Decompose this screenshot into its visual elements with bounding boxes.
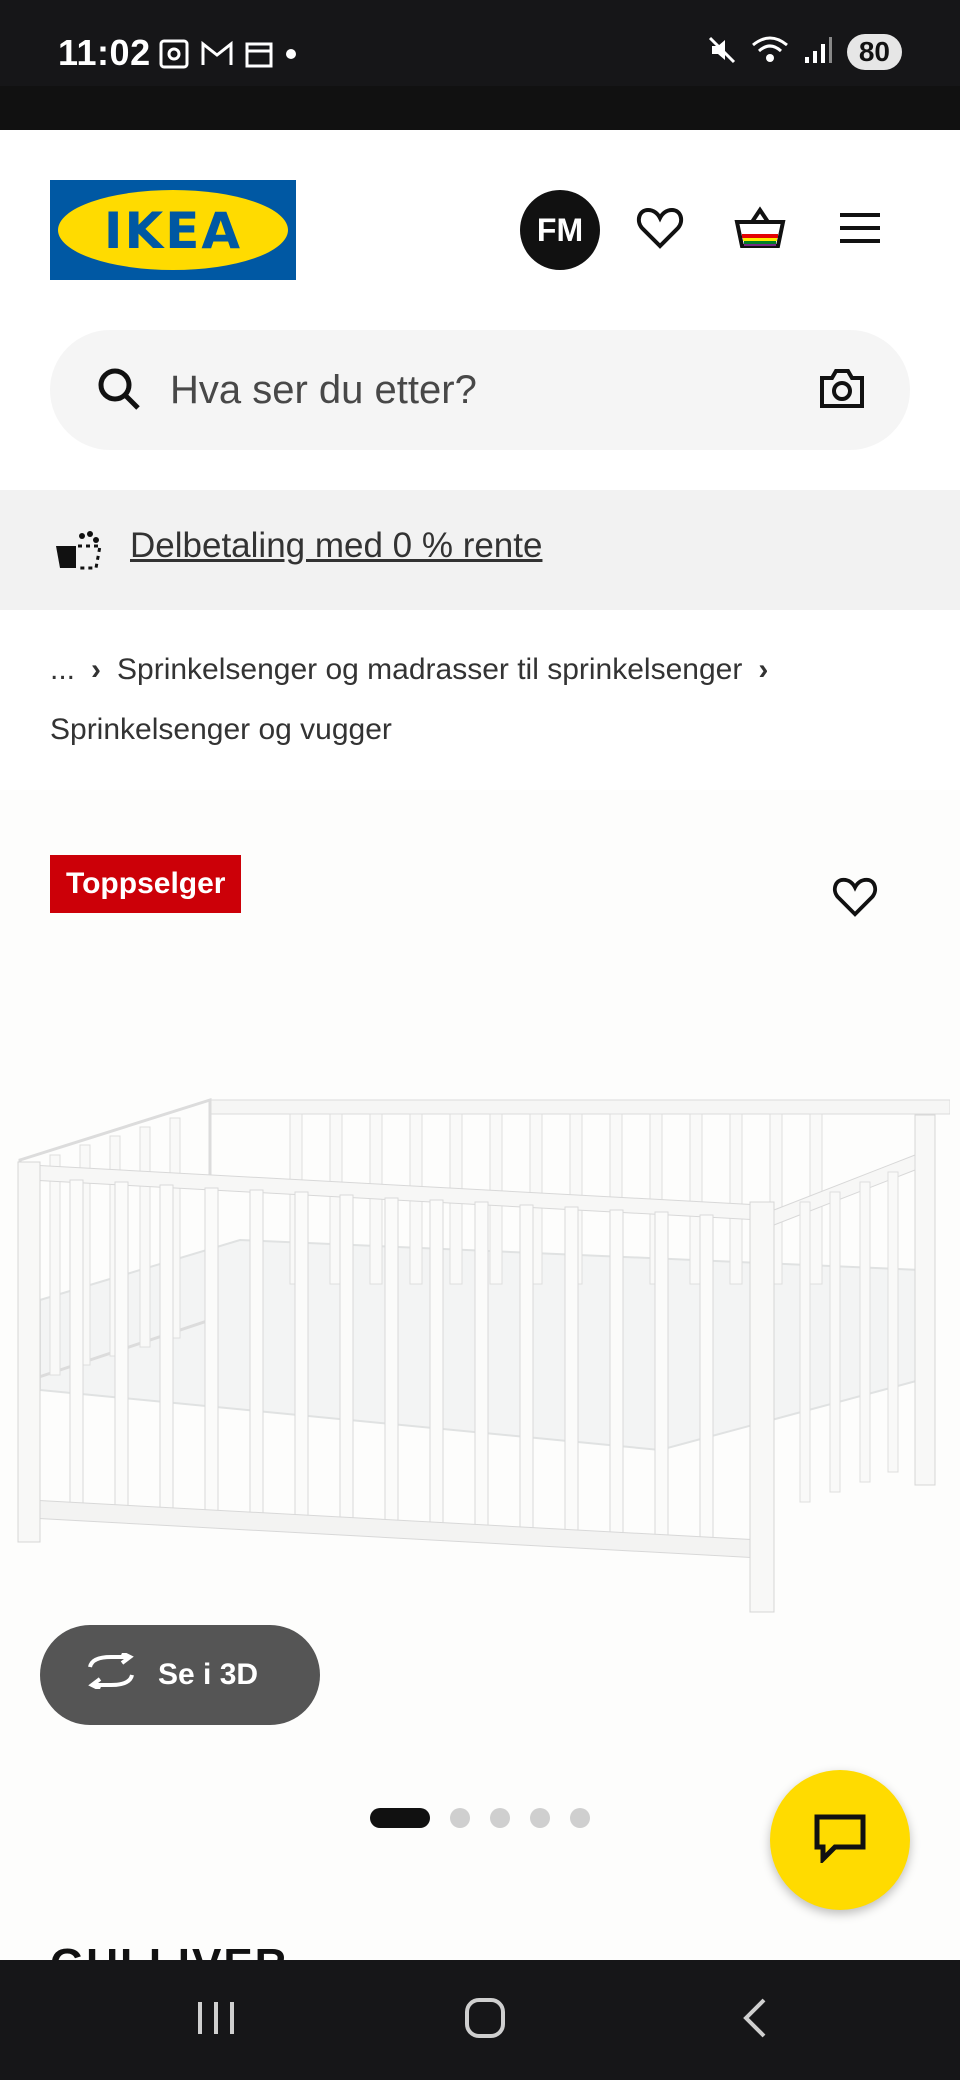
camera-icon[interactable] [818,366,866,415]
carousel-dot[interactable] [450,1808,470,1828]
home-icon [463,1996,507,2045]
heart-icon [636,206,684,255]
recent-apps-icon [194,1998,238,2043]
system-nav-bar [0,1960,960,2080]
installment-link[interactable]: Delbetaling med 0 % rente [130,526,542,566]
chevron-right-icon: › [91,653,102,686]
rotate-3d-icon [84,1651,138,1697]
recent-apps-button[interactable] [186,1990,246,2050]
previous-page-strip [0,86,960,130]
promo-banner: Delbetaling med 0 % rente [0,490,960,610]
product-title-peek: GULLIVER [50,1940,288,1960]
see-in-3d-label: Se i 3D [158,1658,259,1691]
signal-icon [803,35,833,70]
menu-icon [838,210,882,251]
carousel-dot-active[interactable] [370,1808,430,1828]
chevron-right-icon: › [758,653,769,686]
see-in-3d-button[interactable]: Se i 3D [40,1625,320,1725]
account-avatar[interactable]: FM [520,190,600,270]
carousel-dot[interactable] [490,1808,510,1828]
status-icons-right: 80 [707,34,902,70]
carousel-dot[interactable] [530,1808,550,1828]
wifi-icon [751,35,789,70]
status-icons-left [158,38,298,75]
breadcrumb-level1[interactable]: Sprinkelsenger og madrasser til sprinkel… [117,653,742,686]
ikea-logo[interactable]: IKEA [50,180,296,280]
logo-text: IKEA [103,202,243,260]
search-input[interactable] [170,360,770,420]
search-bar[interactable] [50,330,910,450]
top-seller-badge: Toppselger [50,855,242,913]
battery-indicator: 80 [846,34,902,70]
installment-icon [52,528,104,577]
breadcrumb-ellipsis[interactable]: ... [50,653,75,686]
carousel-dot[interactable] [570,1808,590,1828]
breadcrumb-level2[interactable]: Sprinkelsenger og vugger [50,713,392,746]
basket-icon [734,205,786,255]
screenshot-icon [158,38,190,75]
dot-icon [284,47,298,66]
status-time: 11:02 [58,32,151,73]
basket-button[interactable] [730,200,790,260]
mute-icon [707,35,737,70]
breadcrumb: ... › Sprinkelsenger og madrasser til spri… [50,640,920,760]
calendar-icon [244,39,274,74]
product-gallery: Toppselger Se i 3D [0,790,960,1960]
site-header: IKEA FM [0,130,960,330]
product-favorite-button[interactable] [832,876,878,923]
carousel-indicator [370,1808,590,1828]
back-button[interactable] [725,1990,785,2050]
favorites-button[interactable] [630,200,690,260]
menu-button[interactable] [830,200,890,260]
search-icon [96,366,142,417]
gmail-icon [200,40,234,73]
back-chevron-icon [738,1996,772,2045]
chat-bubble-icon [813,1813,867,1868]
product-image-crib[interactable] [10,940,950,1620]
chat-button[interactable] [770,1770,910,1910]
heart-icon [832,877,878,922]
home-button[interactable] [455,1990,515,2050]
